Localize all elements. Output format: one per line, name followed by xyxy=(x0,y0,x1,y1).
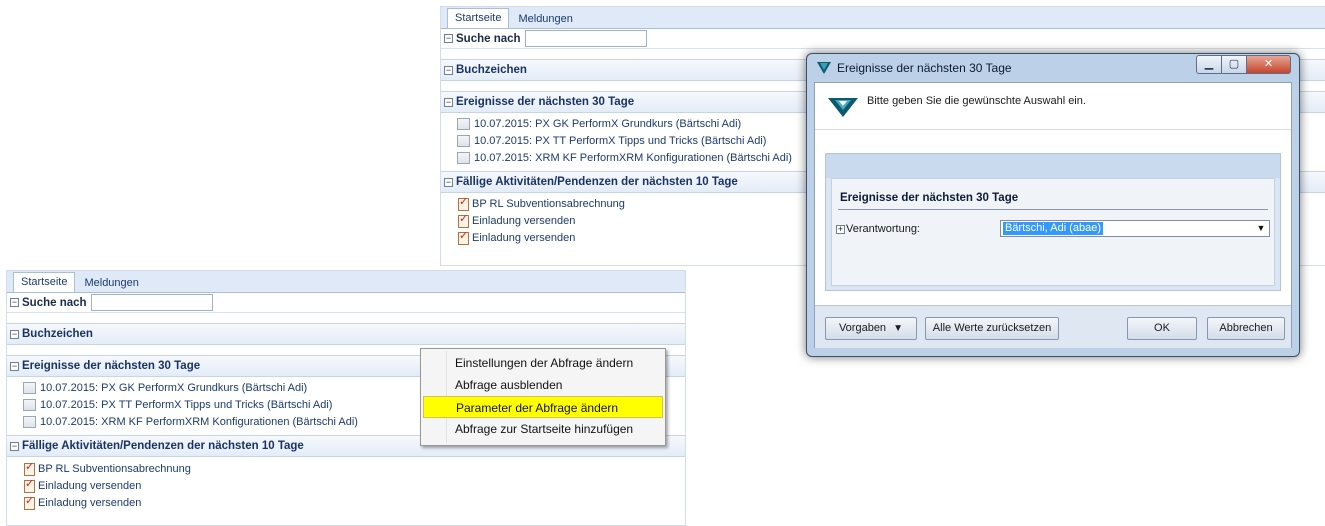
list-item[interactable]: Einladung versenden xyxy=(7,494,685,511)
search-label: Suche nach xyxy=(22,296,87,309)
parameter-dialog: Ereignisse der nächsten 30 Tage ▁ ▢ ✕ Bi… xyxy=(806,53,1300,357)
event-label: 10.07.2015: XRM KF PerformXRM Konfigurat… xyxy=(474,151,792,164)
task-label: Einladung versenden xyxy=(38,479,142,492)
dialog-header: Bitte geben Sie die gewünschte Auswahl e… xyxy=(815,83,1291,129)
tab-bar: Startseite Meldungen xyxy=(7,271,685,293)
section-title: Fällige Aktivitäten/Pendenzen der nächst… xyxy=(456,176,738,188)
reset-all-button[interactable]: Alle Werte zurücksetzen xyxy=(925,317,1059,340)
defaults-label: Vorgaben xyxy=(838,322,887,334)
field-label: Verantwortung: xyxy=(846,223,920,235)
task-label: Einladung versenden xyxy=(472,214,576,227)
field-row: + Verantwortung: xyxy=(836,223,920,235)
task-icon xyxy=(457,212,469,228)
dialog-message: Bitte geben Sie die gewünschte Auswahl e… xyxy=(867,95,1086,107)
divider xyxy=(838,209,1268,210)
collapse-icon[interactable]: − xyxy=(444,97,453,107)
search-row: − Suche nach xyxy=(441,29,1325,49)
ok-button[interactable]: OK xyxy=(1127,317,1197,340)
section-title: Buchzeichen xyxy=(22,328,93,340)
combobox-value: Bärtschi, Adi (abae) xyxy=(1003,222,1103,235)
parameter-group: Ereignisse der nächsten 30 Tage + Verant… xyxy=(825,153,1281,291)
menu-item-edit-query-settings[interactable]: Einstellungen der Abfrage ändern xyxy=(423,352,663,374)
tab-startseite[interactable]: Startseite xyxy=(447,8,510,28)
task-icon xyxy=(23,460,35,476)
tab-meldungen[interactable]: Meldungen xyxy=(76,273,146,292)
tab-bar: Startseite Meldungen xyxy=(441,7,1325,29)
menu-item-hide-query[interactable]: Abfrage ausblenden xyxy=(423,374,663,396)
event-label: 10.07.2015: PX GK PerformX Grundkurs (Bä… xyxy=(474,117,742,130)
tab-meldungen[interactable]: Meldungen xyxy=(510,9,580,28)
search-input[interactable] xyxy=(90,294,213,311)
calendar-icon xyxy=(457,117,470,130)
event-label: 10.07.2015: PX GK PerformX Grundkurs (Bä… xyxy=(40,381,308,394)
search-label: Suche nach xyxy=(456,32,521,45)
dropdown-arrow-icon: ▼ xyxy=(893,323,904,334)
dropdown-arrow-icon[interactable]: ▼ xyxy=(1254,222,1268,235)
menu-item-label: Einstellungen der Abfrage ändern xyxy=(455,356,634,370)
dialog-body: Bitte geben Sie die gewünschte Auswahl e… xyxy=(814,82,1292,348)
calendar-icon xyxy=(23,398,36,411)
collapse-icon[interactable]: − xyxy=(10,329,19,339)
calendar-icon xyxy=(23,415,36,428)
window-buttons: ▁ ▢ ✕ xyxy=(1196,55,1291,74)
task-label: Einladung versenden xyxy=(38,496,142,509)
app-logo-icon xyxy=(828,98,858,117)
search-input[interactable] xyxy=(524,30,647,47)
menu-item-edit-query-parameters[interactable]: Parameter der Abfrage ändern xyxy=(423,396,663,418)
task-icon xyxy=(457,195,469,211)
collapse-icon[interactable]: − xyxy=(444,65,453,75)
group-title: Ereignisse der nächsten 30 Tage xyxy=(840,192,1019,204)
task-icon xyxy=(457,229,469,245)
dialog-footer: Vorgaben ▼ Alle Werte zurücksetzen OK Ab… xyxy=(815,305,1291,348)
event-label: 10.07.2015: PX TT PerformX Tipps und Tri… xyxy=(474,134,767,147)
maximize-button[interactable]: ▢ xyxy=(1222,55,1247,74)
section-title: Buchzeichen xyxy=(456,64,527,76)
section-title: Fällige Aktivitäten/Pendenzen der nächst… xyxy=(22,440,304,452)
collapse-icon[interactable]: − xyxy=(444,177,453,187)
section-header-bookmarks[interactable]: − Buchzeichen xyxy=(7,324,685,345)
search-row: − Suche nach xyxy=(7,293,685,313)
event-label: 10.07.2015: PX TT PerformX Tipps und Tri… xyxy=(40,398,333,411)
cancel-button[interactable]: Abbrechen xyxy=(1207,317,1285,340)
event-label: 10.07.2015: XRM KF PerformXRM Konfigurat… xyxy=(40,415,358,428)
task-icon xyxy=(23,494,35,510)
collapse-icon[interactable]: − xyxy=(10,361,19,371)
task-icon xyxy=(23,477,35,493)
menu-item-add-to-startpage[interactable]: Abfrage zur Startseite hinzufügen xyxy=(423,418,663,440)
calendar-icon xyxy=(457,134,470,147)
calendar-icon xyxy=(457,151,470,164)
section-title: Ereignisse der nächsten 30 Tage xyxy=(22,360,201,372)
list-item[interactable]: BP RL Subventionsabrechnung xyxy=(7,460,685,477)
verantwortung-combobox[interactable]: Bärtschi, Adi (abae) ▼ xyxy=(1000,220,1270,237)
collapse-icon[interactable]: − xyxy=(10,441,19,451)
group-stripe xyxy=(826,154,1280,178)
expand-icon[interactable]: + xyxy=(836,224,845,234)
menu-item-label: Parameter der Abfrage ändern xyxy=(456,401,619,415)
divider xyxy=(815,129,1291,130)
tab-startseite[interactable]: Startseite xyxy=(13,272,76,292)
task-label: BP RL Subventionsabrechnung xyxy=(472,197,625,210)
list-item[interactable]: Einladung versenden xyxy=(7,477,685,494)
close-button[interactable]: ✕ xyxy=(1247,55,1291,74)
collapse-icon[interactable]: − xyxy=(10,298,19,307)
calendar-icon xyxy=(23,381,36,394)
app-logo-icon xyxy=(817,62,831,74)
section-title: Ereignisse der nächsten 30 Tage xyxy=(456,96,635,108)
minimize-button[interactable]: ▁ xyxy=(1196,55,1222,74)
context-menu: Einstellungen der Abfrage ändern Abfrage… xyxy=(420,348,666,446)
task-label: Einladung versenden xyxy=(472,231,576,244)
collapse-icon[interactable]: − xyxy=(444,34,453,43)
dialog-title: Ereignisse der nächsten 30 Tage xyxy=(837,61,1012,75)
defaults-button[interactable]: Vorgaben ▼ xyxy=(825,317,917,340)
task-label: BP RL Subventionsabrechnung xyxy=(38,462,191,475)
menu-item-label: Abfrage ausblenden xyxy=(455,378,563,392)
parameter-card: Ereignisse der nächsten 30 Tage + Verant… xyxy=(831,178,1275,286)
menu-item-label: Abfrage zur Startseite hinzufügen xyxy=(455,422,634,436)
